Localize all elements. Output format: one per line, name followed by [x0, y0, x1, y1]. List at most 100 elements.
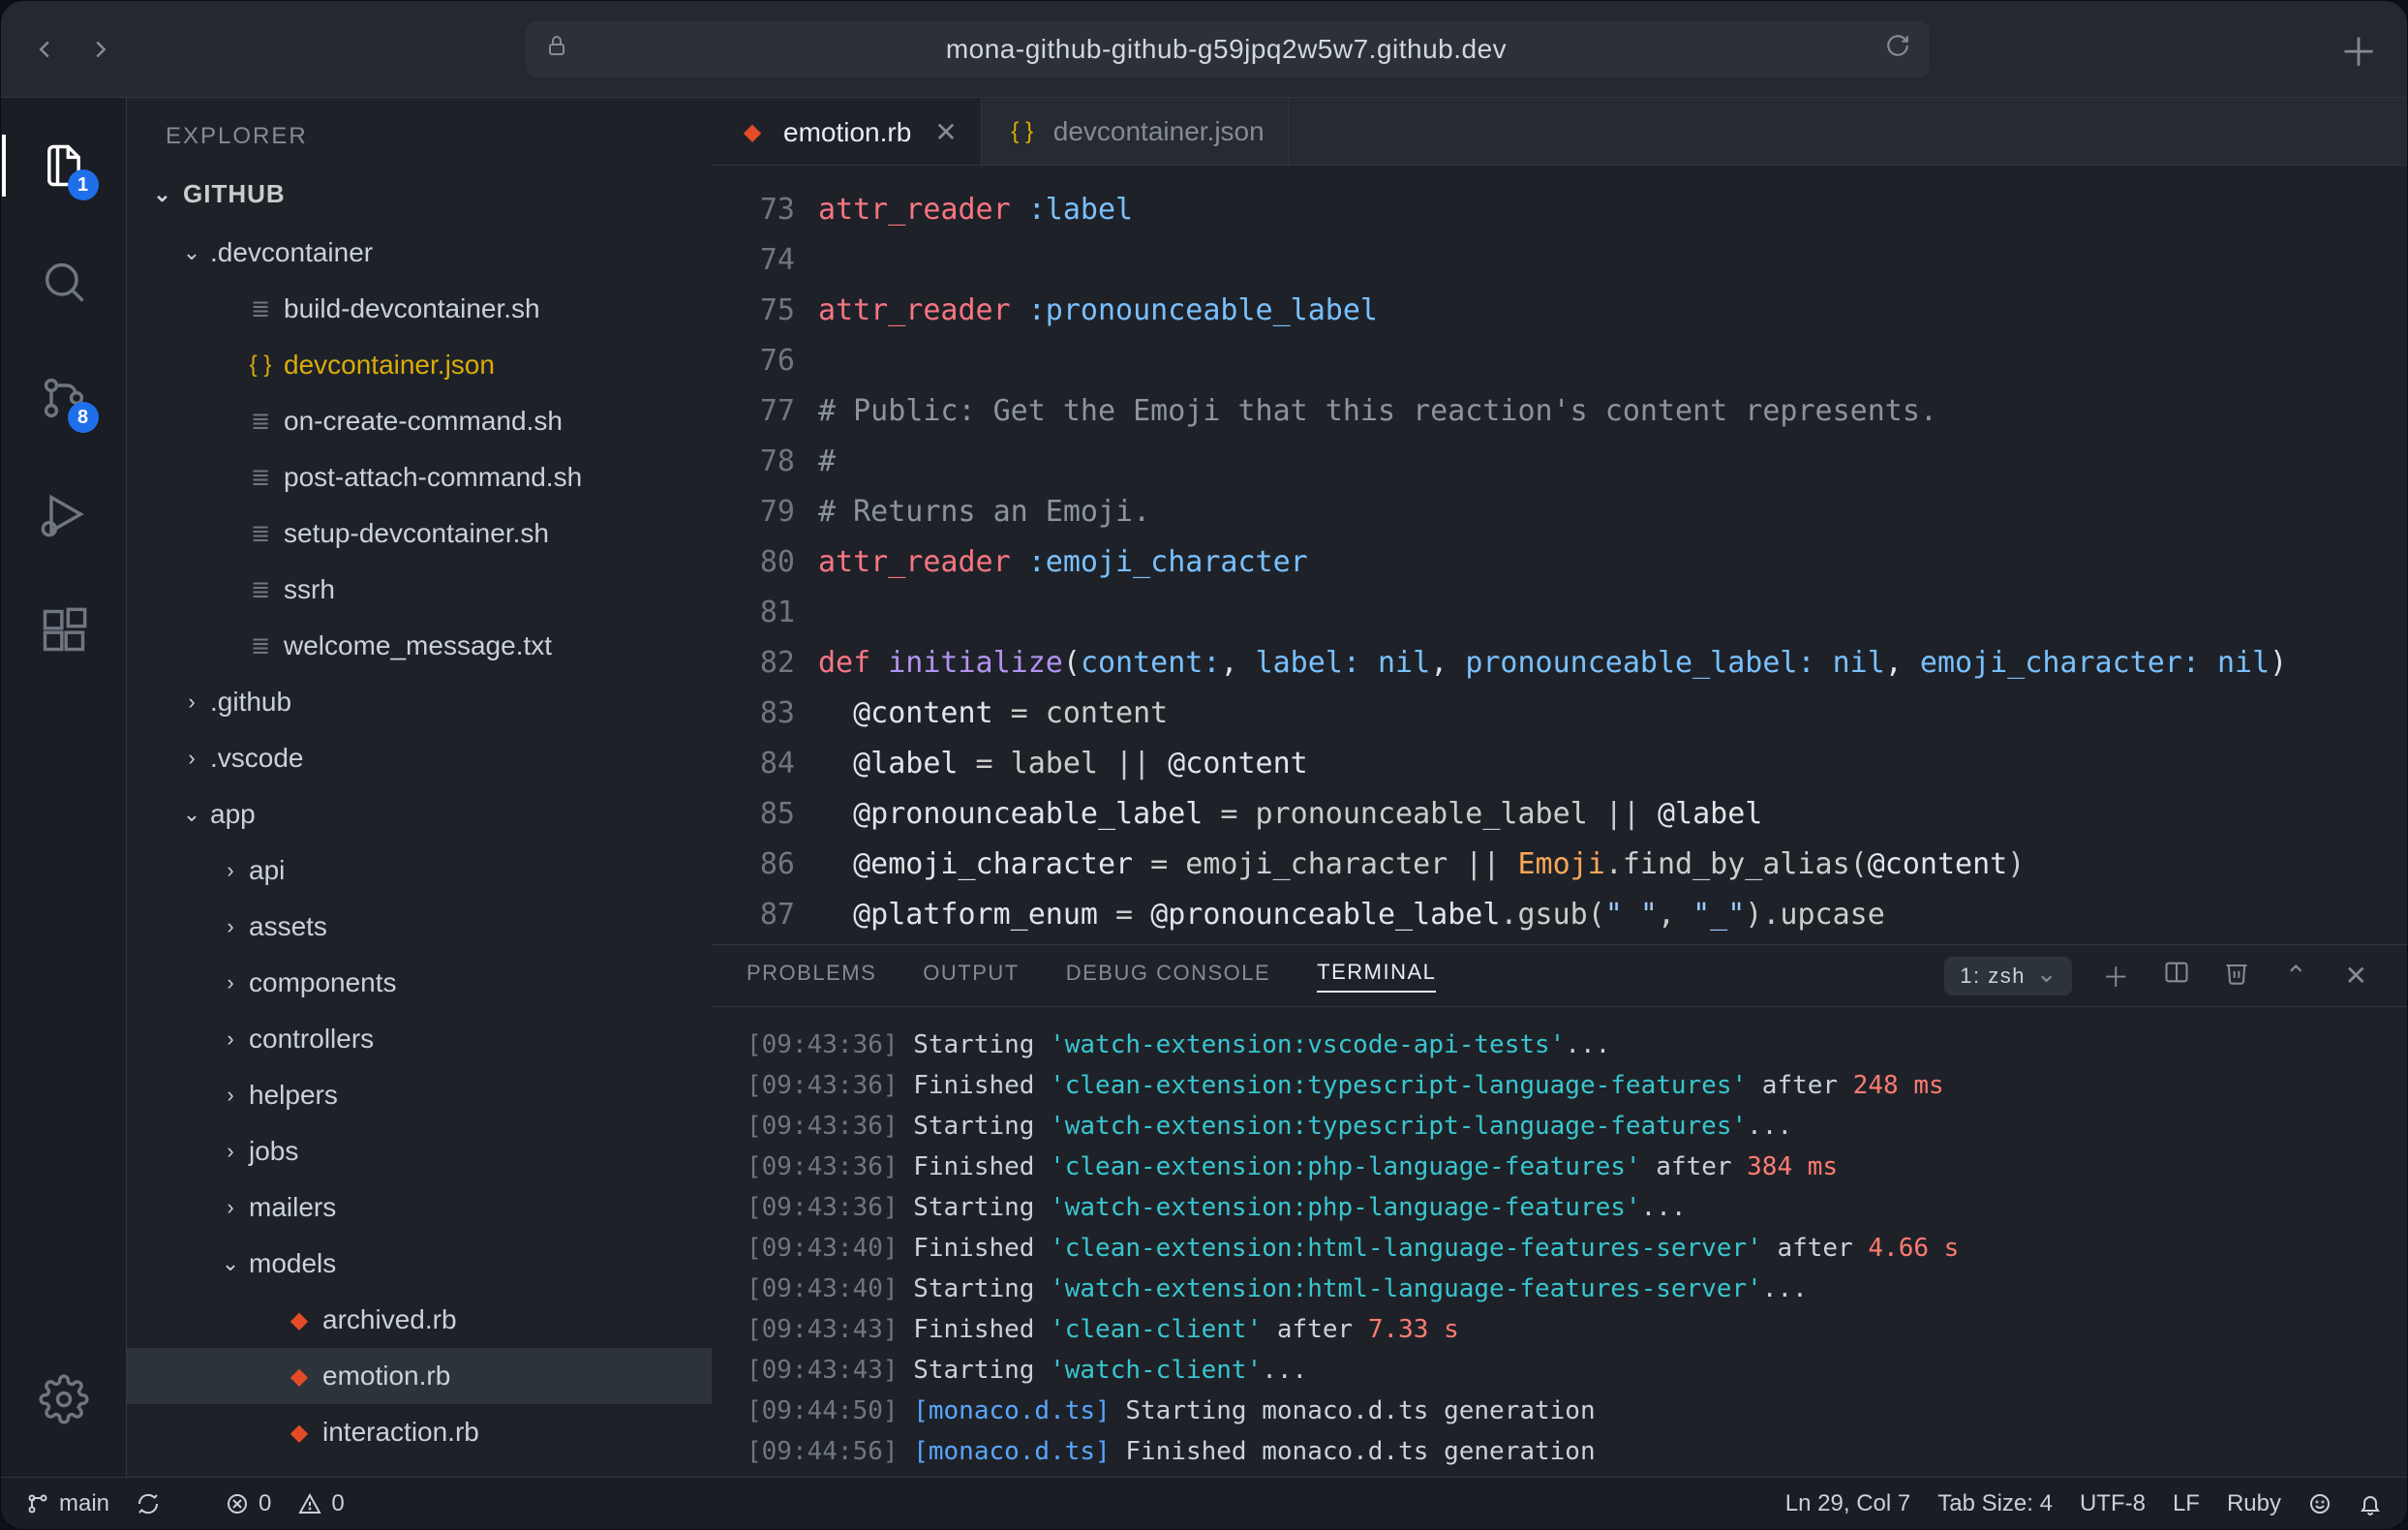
file-welcome_message-txt[interactable]: ≣welcome_message.txt — [127, 618, 712, 674]
folder-mailers[interactable]: ›mailers — [127, 1179, 712, 1236]
new-window-button[interactable]: ＋ — [2339, 21, 2378, 77]
status-eol[interactable]: LF — [2173, 1490, 2200, 1517]
reload-icon[interactable] — [1885, 33, 1910, 65]
new-terminal-button[interactable]: ＋ — [2101, 957, 2132, 995]
activity-run-debug[interactable] — [35, 485, 93, 543]
folder-app[interactable]: ⌄app — [127, 786, 712, 842]
shell-file-icon: ≣ — [243, 520, 278, 548]
chevron-right-icon: › — [218, 858, 243, 883]
folder--github[interactable]: ›.github — [127, 674, 712, 730]
repo-name: GITHUB — [183, 179, 286, 209]
file-emotion-rb[interactable]: ◆emotion.rb — [127, 1348, 712, 1404]
chevron-right-icon: › — [218, 1026, 243, 1052]
chevron-right-icon: › — [218, 1195, 243, 1220]
repo-header[interactable]: ⌄ GITHUB — [127, 175, 712, 225]
panel-tab-terminal[interactable]: TERMINAL — [1317, 960, 1436, 993]
url-text: mona-github-github-g59jpq2w5w7.github.de… — [592, 34, 1862, 65]
status-sync[interactable] — [137, 1492, 160, 1515]
shell-file-icon: ≣ — [243, 576, 278, 604]
tab-devcontainer-json[interactable]: { } devcontainer.json — [982, 98, 1289, 165]
tab-label: devcontainer.json — [1053, 116, 1265, 147]
folder-helpers[interactable]: ›helpers — [127, 1067, 712, 1123]
tree-label: components — [249, 967, 397, 998]
activity-search[interactable] — [35, 253, 93, 311]
status-encoding[interactable]: UTF-8 — [2080, 1490, 2146, 1517]
tree-label: setup-devcontainer.sh — [284, 518, 549, 549]
status-tabsize[interactable]: Tab Size: 4 — [1937, 1490, 2053, 1517]
folder-components[interactable]: ›components — [127, 955, 712, 1011]
file-post-attach-command-sh[interactable]: ≣post-attach-command.sh — [127, 449, 712, 505]
status-feedback[interactable] — [2308, 1492, 2332, 1515]
tree-label: post-attach-command.sh — [284, 462, 582, 493]
file-setup-devcontainer-sh[interactable]: ≣setup-devcontainer.sh — [127, 505, 712, 562]
tree-label: app — [210, 799, 256, 830]
status-warnings[interactable]: 0 — [298, 1490, 344, 1517]
folder-assets[interactable]: ›assets — [127, 899, 712, 955]
panel-tab-debug-console[interactable]: DEBUG CONSOLE — [1066, 961, 1270, 992]
tree-label: on-create-command.sh — [284, 406, 563, 437]
tree-label: api — [249, 855, 285, 886]
line-gutter: 73747576777879808182838485868788 — [712, 166, 818, 944]
tree-label: jobs — [249, 1136, 298, 1167]
activity-source-control[interactable]: 8 — [35, 369, 93, 427]
terminal-shell-select[interactable]: 1: zsh — [1944, 957, 2072, 995]
panel-tab-problems[interactable]: PROBLEMS — [747, 961, 876, 992]
url-bar[interactable]: mona-github-github-g59jpq2w5w7.github.de… — [526, 21, 1930, 77]
ruby-file-icon: ◆ — [282, 1306, 317, 1334]
tab-label: emotion.rb — [783, 117, 911, 148]
chevron-down-icon: ⌄ — [179, 802, 204, 827]
tree-label: welcome_message.txt — [284, 630, 552, 661]
status-notifications[interactable] — [2359, 1492, 2382, 1515]
tree-label: archived.rb — [322, 1304, 457, 1335]
folder--devcontainer[interactable]: ⌄.devcontainer — [127, 225, 712, 281]
tree-label: build-devcontainer.sh — [284, 293, 540, 324]
split-terminal-button[interactable] — [2161, 959, 2192, 993]
chevron-right-icon: › — [218, 914, 243, 939]
maximize-panel-button[interactable]: ⌃ — [2281, 960, 2312, 992]
folder--vscode[interactable]: ›.vscode — [127, 730, 712, 786]
file-archived-rb[interactable]: ◆archived.rb — [127, 1292, 712, 1348]
close-tab-button[interactable]: ✕ — [934, 116, 957, 148]
status-language[interactable]: Ruby — [2227, 1490, 2281, 1517]
tree-label: .github — [210, 687, 291, 718]
file-ssrh[interactable]: ≣ssrh — [127, 562, 712, 618]
shell-file-icon: ≣ — [243, 408, 278, 436]
code-editor[interactable]: attr_reader :label attr_reader :pronounc… — [818, 166, 2407, 944]
shell-file-icon: ≣ — [243, 464, 278, 492]
status-branch[interactable]: main — [26, 1490, 109, 1517]
file-on-create-command-sh[interactable]: ≣on-create-command.sh — [127, 393, 712, 449]
nav-forward-button[interactable] — [86, 35, 115, 64]
panel-tab-output[interactable]: OUTPUT — [923, 961, 1019, 992]
nav-back-button[interactable] — [30, 35, 59, 64]
status-cursor[interactable]: Ln 29, Col 7 — [1785, 1490, 1910, 1517]
ruby-file-icon: ◆ — [282, 1419, 317, 1447]
activity-extensions[interactable] — [35, 601, 93, 659]
tree-label: emotion.rb — [322, 1361, 450, 1392]
activity-settings[interactable] — [35, 1370, 93, 1428]
chevron-right-icon: › — [179, 746, 204, 771]
terminal-output[interactable]: [09:43:36] Starting 'watch-extension:vsc… — [712, 1007, 2407, 1477]
tab-emotion-rb[interactable]: ◆emotion.rb✕ — [712, 98, 982, 165]
status-errors[interactable]: 0 — [226, 1490, 271, 1517]
folder-api[interactable]: ›api — [127, 842, 712, 899]
tree-label: .devcontainer — [210, 237, 373, 268]
explorer-badge: 1 — [68, 169, 99, 200]
close-panel-button[interactable]: ✕ — [2341, 960, 2372, 992]
folder-controllers[interactable]: ›controllers — [127, 1011, 712, 1067]
json-file-icon: { } — [243, 352, 278, 379]
folder-models[interactable]: ⌄models — [127, 1236, 712, 1292]
kill-terminal-button[interactable] — [2221, 959, 2252, 993]
activity-explorer[interactable]: 1 — [35, 137, 93, 195]
file-interaction-rb[interactable]: ◆interaction.rb — [127, 1404, 712, 1460]
folder-jobs[interactable]: ›jobs — [127, 1123, 712, 1179]
chevron-right-icon: › — [179, 689, 204, 715]
json-file-icon: { } — [1005, 118, 1040, 145]
chevron-right-icon: › — [218, 1083, 243, 1108]
scm-badge: 8 — [68, 402, 99, 433]
file-devcontainer-json[interactable]: { }devcontainer.json — [127, 337, 712, 393]
chevron-right-icon: › — [218, 970, 243, 995]
file-build-devcontainer-sh[interactable]: ≣build-devcontainer.sh — [127, 281, 712, 337]
chevron-down-icon: ⌄ — [150, 182, 175, 207]
sidebar-title: EXPLORER — [127, 98, 712, 175]
chevron-down-icon: ⌄ — [218, 1251, 243, 1276]
